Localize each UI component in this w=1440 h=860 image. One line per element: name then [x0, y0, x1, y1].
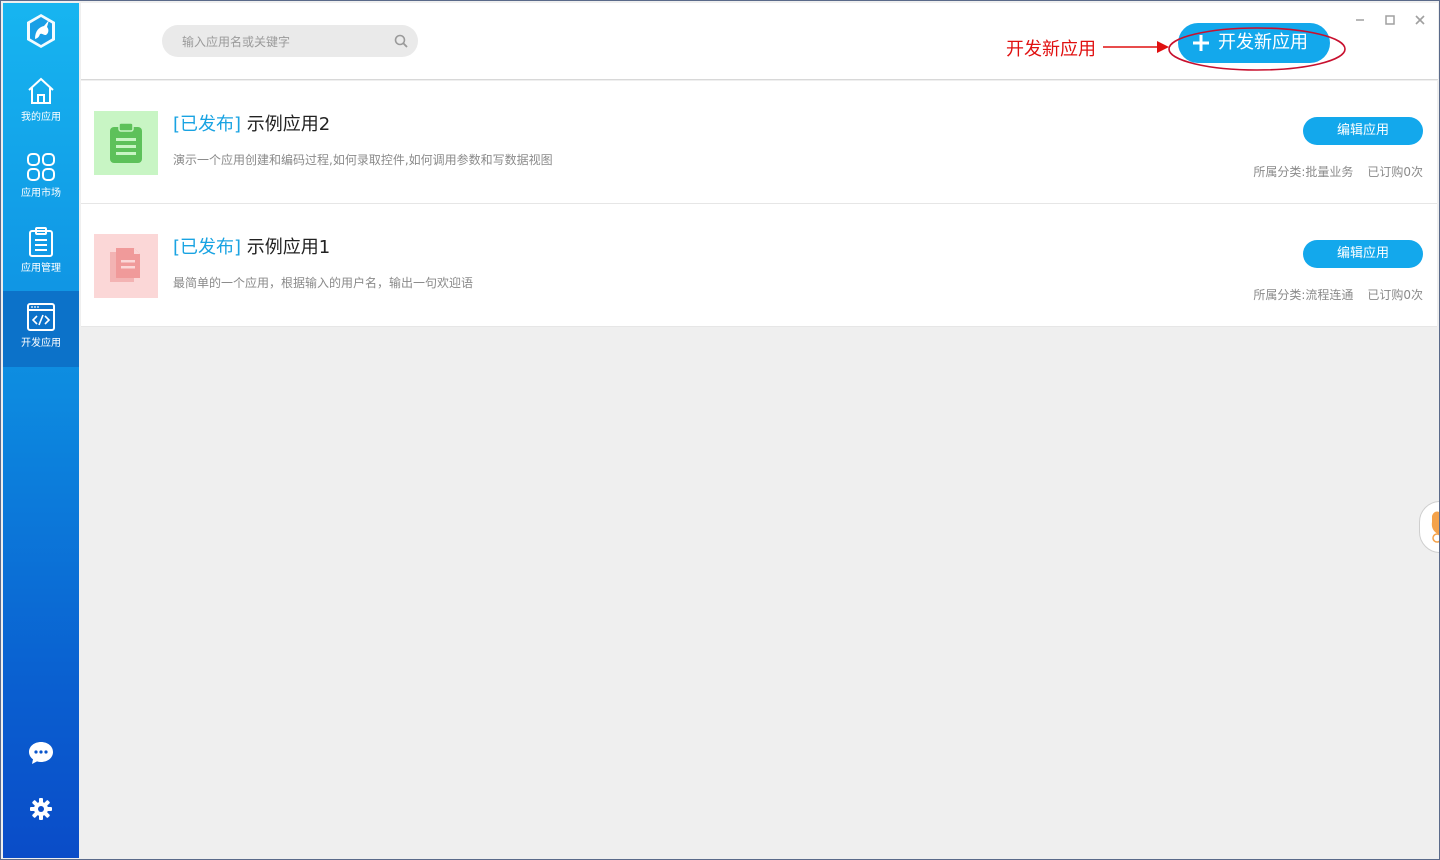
sidebar-item-label: 我的应用 — [21, 112, 61, 123]
app-subscriptions: 已订购0次 — [1367, 165, 1423, 179]
app-status: [已发布] — [173, 237, 242, 258]
sidebar-item-label: 开发应用 — [21, 338, 61, 349]
clipboard-icon — [29, 227, 53, 257]
grid-icon — [27, 153, 55, 181]
documents-icon — [110, 248, 140, 282]
unicorn-logo-icon[interactable] — [25, 13, 57, 49]
app-description: 演示一个应用创建和编码过程,如何录取控件,如何调用参数和写数据视图 — [173, 153, 553, 167]
minimize-icon[interactable] — [1353, 13, 1367, 27]
app-title[interactable]: [已发布] 示例应用2 — [173, 113, 330, 137]
top-bar: 开发新应用 开发新应用 — [81, 3, 1438, 80]
sidebar-item-app-market[interactable]: 应用市场 — [3, 141, 79, 217]
app-meta: 所属分类:流程连通 已订购0次 — [1253, 286, 1423, 303]
code-window-icon — [27, 303, 55, 331]
search-box[interactable] — [162, 25, 418, 59]
app-description: 最简单的一个应用，根据输入的用户名，输出一句欢迎语 — [173, 276, 474, 290]
annotation-label: 开发新应用 — [1006, 39, 1096, 60]
maximize-icon[interactable] — [1383, 13, 1397, 27]
app-title[interactable]: [已发布] 示例应用1 — [173, 236, 330, 260]
sidebar-item-label: 应用管理 — [21, 263, 61, 274]
edit-app-button[interactable]: 编辑应用 — [1303, 117, 1423, 145]
plus-icon — [1193, 35, 1209, 51]
app-name: 示例应用1 — [246, 237, 331, 258]
clipboard-icon — [110, 122, 142, 163]
app-card: [已发布] 示例应用1 最简单的一个应用，根据输入的用户名，输出一句欢迎语 编辑… — [81, 204, 1437, 327]
search-icon[interactable] — [394, 34, 408, 48]
edit-app-button[interactable]: 编辑应用 — [1303, 240, 1423, 268]
app-thumbnail[interactable] — [94, 111, 158, 175]
develop-new-app-button[interactable]: 开发新应用 — [1178, 23, 1330, 63]
sidebar-item-app-management[interactable]: 应用管理 — [3, 216, 79, 292]
sidebar-item-develop-app[interactable]: 开发应用 — [3, 291, 79, 367]
app-meta: 所属分类:批量业务 已订购0次 — [1253, 163, 1423, 180]
close-icon[interactable] — [1413, 13, 1427, 27]
sidebar: 我的应用 应用市场 应用管理 开发应用 — [3, 3, 79, 858]
app-status: [已发布] — [173, 114, 242, 135]
sidebar-item-my-apps[interactable]: 我的应用 — [3, 65, 79, 141]
assistant-widget-icon[interactable] — [1419, 501, 1440, 553]
app-window: 我的应用 应用市场 应用管理 开发应用 输入应用名或关键字 开发新应用 开发新应… — [0, 0, 1440, 860]
search-input[interactable] — [180, 25, 384, 59]
app-list: [已发布] 示例应用2 演示一个应用创建和编码过程,如何录取控件,如何调用参数和… — [81, 81, 1437, 327]
app-thumbnail[interactable] — [94, 234, 158, 298]
app-card: [已发布] 示例应用2 演示一个应用创建和编码过程,如何录取控件,如何调用参数和… — [81, 81, 1437, 204]
chat-icon[interactable] — [27, 739, 55, 767]
sidebar-item-label: 应用市场 — [21, 188, 61, 199]
develop-new-app-label: 开发新应用 — [1218, 32, 1308, 53]
app-category: 所属分类:批量业务 — [1253, 165, 1354, 179]
annotation-arrow-icon — [1103, 41, 1169, 53]
home-icon — [28, 77, 54, 104]
app-category: 所属分类:流程连通 — [1253, 288, 1354, 302]
settings-icon[interactable] — [27, 795, 55, 823]
app-subscriptions: 已订购0次 — [1367, 288, 1423, 302]
app-name: 示例应用2 — [246, 114, 331, 135]
